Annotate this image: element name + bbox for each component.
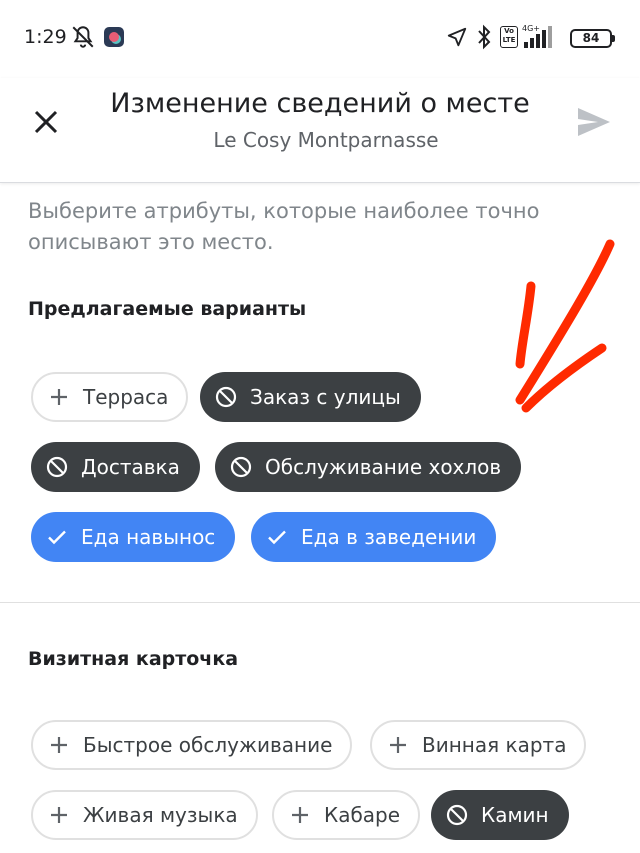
app-notification-icon: [104, 27, 124, 47]
signal-strength-icon: 4G+: [520, 24, 560, 50]
plus-icon: [51, 737, 67, 753]
send-icon[interactable]: [574, 102, 614, 142]
chip-label: Доставка: [81, 455, 180, 479]
chip-takeaway[interactable]: Еда навынос: [31, 512, 236, 562]
chip-label: Терраса: [83, 385, 169, 409]
plus-icon: [390, 737, 406, 753]
chip-cabaret[interactable]: Кабаре: [272, 790, 421, 840]
chip-label: Живая музыка: [83, 803, 238, 827]
chip-label: Еда в заведении: [301, 525, 477, 549]
check-icon: [268, 530, 286, 545]
block-icon: [46, 456, 68, 478]
chip-label: Обслуживание хохлов: [265, 455, 502, 479]
chip-street-order[interactable]: Заказ с улицы: [200, 372, 421, 422]
check-icon: [48, 530, 66, 545]
chip-service[interactable]: Обслуживание хохлов: [215, 442, 522, 492]
battery-icon: 84: [570, 29, 615, 48]
chip-fast-service[interactable]: Быстрое обслуживание: [31, 720, 353, 770]
page-title: Изменение сведений о месте: [110, 88, 530, 119]
chip-terrace[interactable]: Терраса: [31, 372, 189, 422]
chip-label: Кабаре: [324, 803, 401, 827]
chip-label: Быстрое обслуживание: [83, 733, 333, 757]
status-time: 1:29: [24, 26, 67, 48]
chip-label: Камин: [481, 803, 549, 827]
place-name: Le Cosy Montparnasse: [213, 128, 439, 152]
volte-icon: Vo LTE: [500, 26, 518, 48]
bluetooth-icon: [478, 24, 491, 50]
notifications-muted-icon: [72, 26, 94, 48]
header: Изменение сведений о месте Le Cosy Montp…: [0, 78, 640, 183]
status-bar: 1:29 Vo LTE 4G+ 84: [0, 0, 640, 78]
chip-live-music[interactable]: Живая музыка: [31, 790, 258, 840]
red-arrow-annotation: [515, 239, 615, 413]
section-divider: [0, 602, 640, 603]
chip-fireplace[interactable]: Камин: [431, 790, 569, 840]
section-title-suggested: Предлагаемые варианты: [28, 298, 307, 320]
chip-label: Еда навынос: [81, 525, 216, 549]
chip-dine-in[interactable]: Еда в заведении: [251, 512, 497, 562]
location-arrow-icon: [447, 27, 467, 47]
chip-wine-list[interactable]: Винная карта: [370, 720, 587, 770]
chip-delivery[interactable]: Доставка: [31, 442, 200, 492]
plus-icon: [292, 807, 308, 823]
plus-icon: [51, 807, 67, 823]
block-icon: [446, 804, 468, 826]
chip-label: Заказ с улицы: [250, 385, 401, 409]
block-icon: [215, 386, 237, 408]
section-title-highlights: Визитная карточка: [28, 648, 239, 670]
chip-label: Винная карта: [422, 733, 567, 757]
plus-icon: [51, 389, 67, 405]
block-icon: [230, 456, 252, 478]
